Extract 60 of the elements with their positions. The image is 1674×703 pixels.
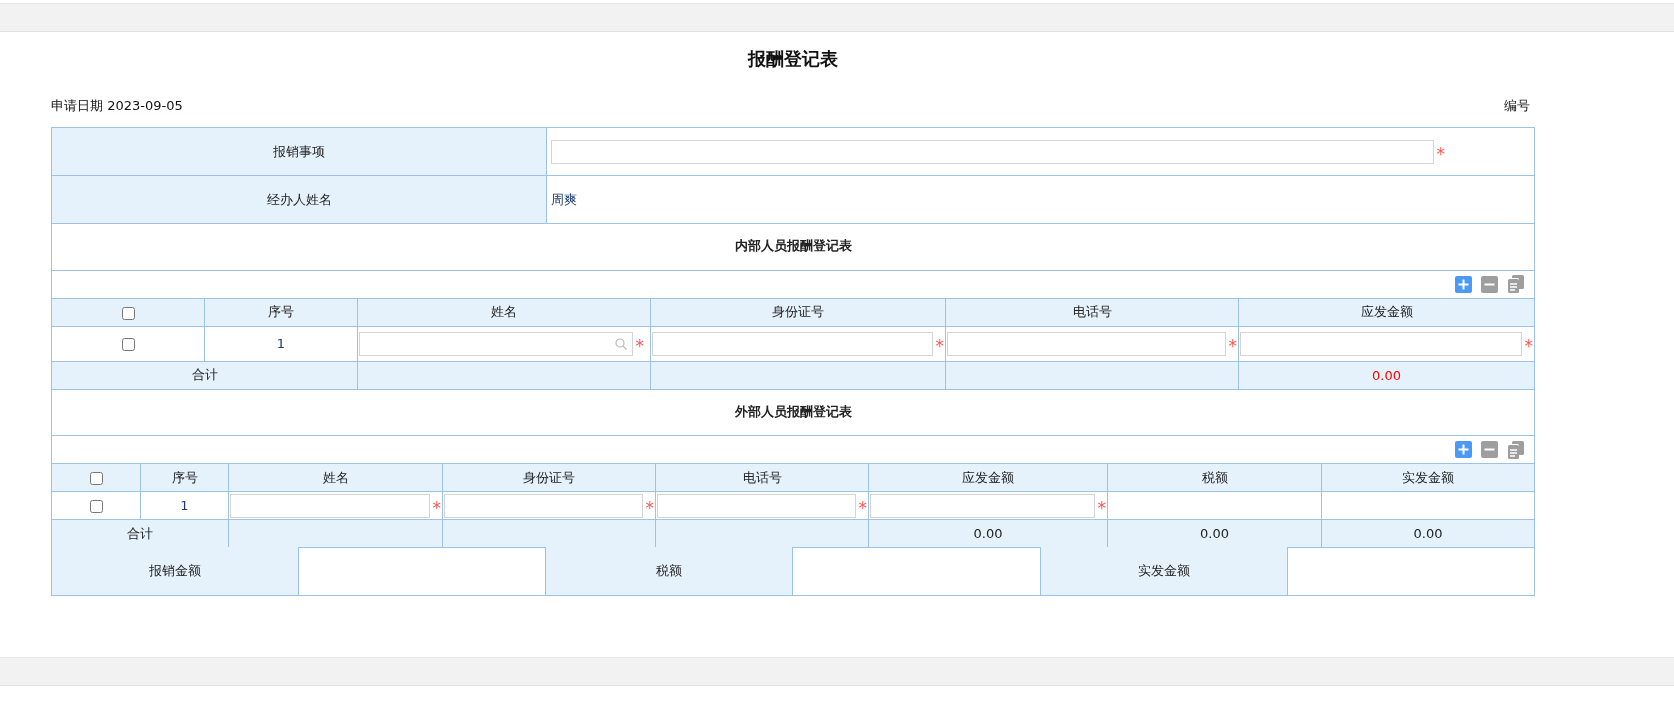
select-all-checkbox[interactable]: [121, 306, 135, 320]
section-title: 外部人员报酬登记表: [734, 403, 852, 419]
required-mark: *: [1524, 334, 1534, 355]
column-header: 姓名: [322, 469, 349, 485]
summary-label: 报销金额: [149, 562, 202, 578]
row-checkbox[interactable]: [121, 338, 135, 351]
column-header: 税额: [1201, 469, 1228, 485]
column-header: 身份证号: [523, 469, 575, 485]
required-mark: *: [1097, 496, 1106, 517]
total-label: 合计: [191, 367, 218, 382]
total-label: 合计: [127, 525, 153, 541]
input-field[interactable]: [551, 139, 1434, 164]
total-value: 0.00: [1200, 526, 1229, 541]
form-title: 报酬登记表: [746, 46, 839, 71]
remove-icon[interactable]: [1481, 275, 1499, 293]
summary-label: 实发金额: [1137, 562, 1190, 578]
column-header: 身份证号: [772, 304, 824, 319]
required-mark: *: [1436, 142, 1445, 163]
column-header: 序号: [171, 469, 198, 485]
required-mark: *: [645, 496, 654, 517]
required-mark: *: [432, 496, 441, 517]
required-mark: *: [1228, 334, 1237, 355]
input-field[interactable]: [657, 493, 856, 518]
column-header: 电话号: [742, 469, 782, 485]
section-title: 内部人员报酬登记表: [734, 238, 852, 254]
search-icon[interactable]: [614, 337, 627, 350]
required-mark: *: [635, 334, 644, 355]
add-icon[interactable]: [1455, 441, 1472, 458]
add-icon[interactable]: [1455, 275, 1473, 293]
total-value: 0.00: [973, 526, 1003, 541]
column-header: 电话号: [1072, 304, 1112, 319]
input-field[interactable]: [230, 493, 430, 518]
input-field[interactable]: [1240, 331, 1522, 356]
field-label: 经办人姓名: [266, 191, 332, 207]
number-label: 编号: [1504, 97, 1530, 115]
column-header: 应发金额: [962, 469, 1014, 485]
lookup-field[interactable]: [359, 331, 633, 356]
summary-label: 税额: [656, 562, 683, 578]
total-value: 0.00: [1372, 367, 1401, 383]
row-checkbox[interactable]: [89, 500, 103, 513]
column-header: 实发金额: [1402, 469, 1454, 485]
field-label: 报销事项: [273, 143, 325, 159]
copy-icon[interactable]: [1507, 275, 1525, 293]
column-header: 姓名: [491, 304, 517, 319]
apply-date: 申请日期 2023-09-05: [51, 97, 183, 115]
column-header: 应发金额: [1360, 304, 1413, 319]
required-mark: *: [858, 496, 867, 517]
remove-icon[interactable]: [1481, 441, 1498, 458]
input-field[interactable]: [652, 331, 933, 356]
input-field[interactable]: [947, 331, 1226, 356]
required-mark: *: [935, 334, 944, 355]
field-value: 周爽: [551, 191, 577, 207]
row-number: 1: [180, 498, 189, 513]
column-header: 序号: [268, 304, 294, 319]
select-all-checkbox[interactable]: [89, 472, 103, 485]
row-number: 1: [276, 336, 286, 351]
total-value: 0.00: [1413, 526, 1443, 541]
input-field[interactable]: [444, 493, 643, 518]
input-field[interactable]: [870, 493, 1095, 518]
copy-icon[interactable]: [1507, 440, 1524, 459]
